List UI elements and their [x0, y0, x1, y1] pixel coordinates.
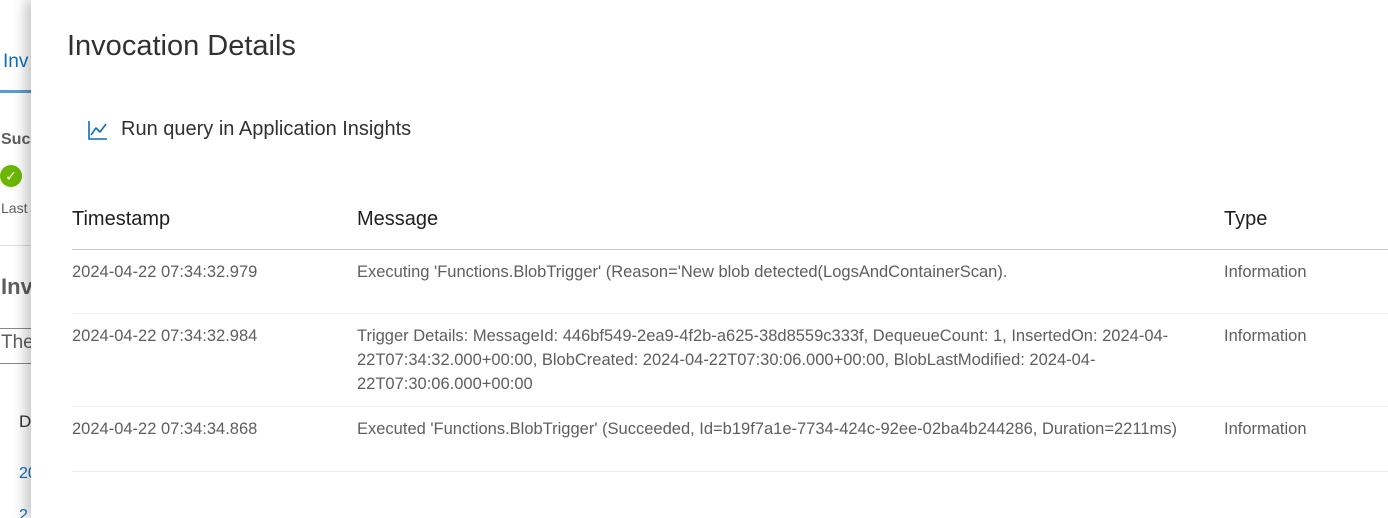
invocation-details-panel: Invocation Details Run query in Applicat… — [31, 0, 1388, 518]
column-header-timestamp[interactable]: Timestamp — [72, 190, 357, 250]
cell-message: Executing 'Functions.BlobTrigger' (Reaso… — [357, 263, 1008, 281]
table-row[interactable]: 2024-04-22 07:34:32.979 Executing 'Funct… — [72, 249, 1388, 314]
background-section-heading: Inv — [1, 274, 33, 299]
cell-type: Information — [1224, 263, 1307, 281]
cell-message: Executed 'Functions.BlobTrigger' (Succee… — [357, 420, 1177, 438]
cell-type: Information — [1224, 327, 1307, 345]
line-chart-icon — [88, 120, 107, 140]
background-success-label: Suc — [1, 131, 31, 148]
cell-timestamp: 2024-04-22 07:34:32.979 — [72, 263, 258, 281]
cell-type: Information — [1224, 420, 1307, 438]
table-header-row: Timestamp Message Type — [72, 190, 1388, 250]
cell-timestamp: 2024-04-22 07:34:34.868 — [72, 420, 258, 438]
cell-message: Trigger Details: MessageId: 446bf549-2ea… — [357, 327, 1169, 393]
background-tab-invocations[interactable]: Inv — [3, 51, 28, 73]
table-row[interactable]: 2024-04-22 07:34:34.868 Executed 'Functi… — [72, 406, 1388, 472]
background-column-header: D — [19, 412, 32, 431]
column-header-type[interactable]: Type — [1224, 190, 1388, 250]
run-query-button[interactable]: Run query in Application Insights — [87, 118, 411, 141]
success-check-icon: ✓ — [0, 165, 22, 187]
panel-title: Invocation Details — [67, 30, 296, 62]
background-row-link[interactable]: 2 — [19, 507, 28, 518]
column-header-message[interactable]: Message — [357, 190, 1224, 250]
run-query-label: Run query in Application Insights — [121, 118, 412, 140]
table-row[interactable]: 2024-04-22 07:34:32.984 Trigger Details:… — [72, 313, 1388, 407]
background-filter-text: The — [1, 332, 34, 353]
background-last-label: Last — [1, 200, 28, 216]
cell-timestamp: 2024-04-22 07:34:32.984 — [72, 327, 258, 345]
invocation-table: Timestamp Message Type 2024-04-22 07:34:… — [72, 190, 1388, 472]
